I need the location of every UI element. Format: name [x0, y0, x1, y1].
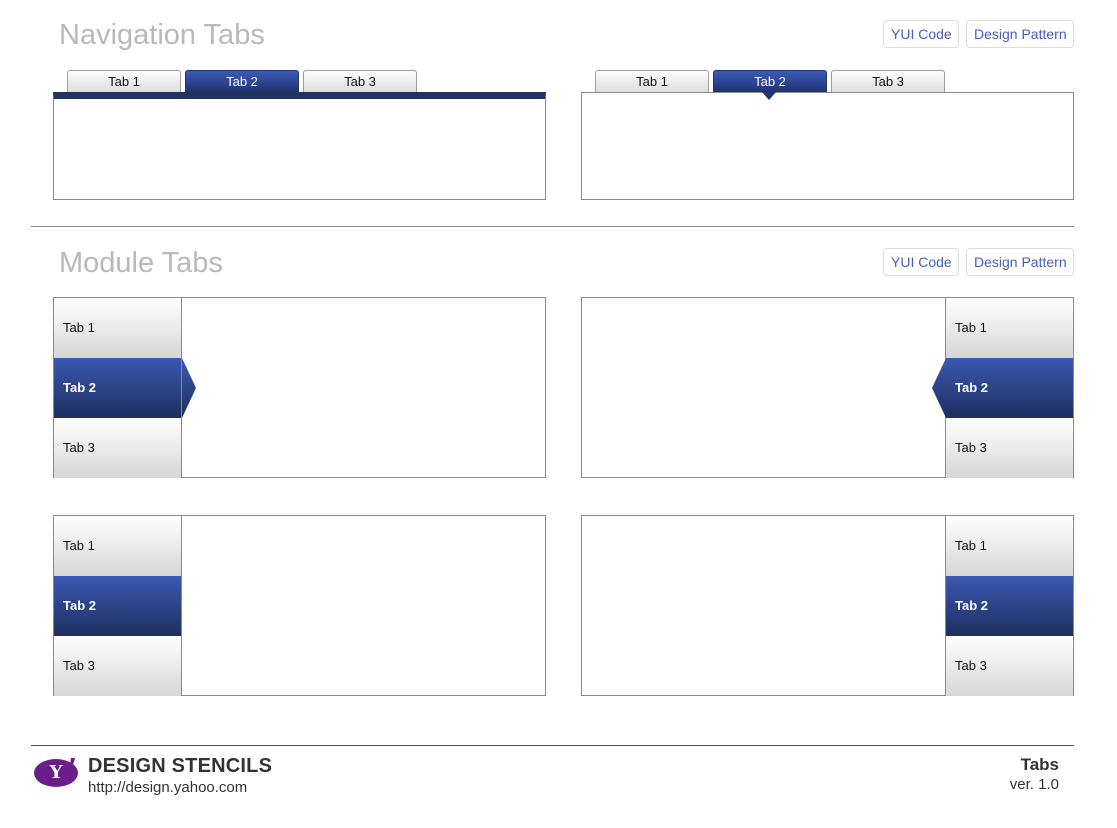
module-links: YUI Code Design Pattern: [0, 248, 1117, 278]
mod3-tab-1[interactable]: Tab 1: [54, 516, 181, 576]
mod4-tab-2[interactable]: Tab 2: [946, 576, 1073, 636]
nav1-content-panel: [53, 92, 546, 200]
mod1-tab-1[interactable]: Tab 1: [54, 298, 181, 358]
mod2-tab-2[interactable]: Tab 2: [932, 358, 1073, 418]
nav-design-pattern-button[interactable]: Design Pattern: [966, 20, 1074, 48]
nav2-tab-2[interactable]: Tab 2: [713, 70, 827, 92]
footer-divider: [31, 745, 1074, 746]
brand-title: DESIGN STENCILS: [88, 755, 273, 777]
mod2-tab-3[interactable]: Tab 3: [946, 418, 1073, 478]
active-tab-arrow-right-icon: [182, 358, 196, 418]
mod2-tab-2-label: Tab 2: [955, 380, 988, 395]
module-right-plain-panel: Tab 1 Tab 2 Tab 3: [581, 515, 1074, 696]
nav-yui-code-button[interactable]: YUI Code: [883, 20, 959, 48]
module-design-pattern-button[interactable]: Design Pattern: [966, 248, 1074, 276]
mod1-tab-2-label: Tab 2: [63, 380, 96, 395]
module-right-arrow-panel: Tab 1 Tab 2 Tab 3: [581, 297, 1074, 478]
module-left-plain-panel: Tab 1 Tab 2 Tab 3: [53, 515, 546, 696]
active-tab-pointer-icon: [762, 92, 776, 100]
module-left-arrow-panel: Tab 1 Tab 2 Tab 3: [53, 297, 546, 478]
module-left-plain-tablist: Tab 1 Tab 2 Tab 3: [54, 516, 182, 696]
mod1-tab-2[interactable]: Tab 2: [54, 358, 196, 418]
mod1-tab-3[interactable]: Tab 3: [54, 418, 181, 478]
module-left-arrow-tablist: Tab 1 Tab 2 Tab 3: [54, 298, 196, 478]
document-version: ver. 1.0: [1009, 776, 1059, 793]
nav1-tab-1[interactable]: Tab 1: [67, 70, 181, 92]
yahoo-logo-bang: !: [66, 753, 77, 782]
nav2-tab-1[interactable]: Tab 1: [595, 70, 709, 92]
module-yui-code-button[interactable]: YUI Code: [883, 248, 959, 276]
brand-url: http://design.yahoo.com: [88, 779, 248, 796]
mod4-tab-1[interactable]: Tab 1: [946, 516, 1073, 576]
active-tab-arrow-left-icon: [932, 358, 946, 418]
document-title: Tabs: [1020, 755, 1059, 774]
nav1-tab-2[interactable]: Tab 2: [185, 70, 299, 92]
mod3-tab-3[interactable]: Tab 3: [54, 636, 181, 696]
nav2-tab-3[interactable]: Tab 3: [831, 70, 945, 92]
mod4-tab-3[interactable]: Tab 3: [946, 636, 1073, 696]
yahoo-logo-letter: Y: [49, 762, 63, 783]
mod3-tab-2[interactable]: Tab 2: [54, 576, 181, 636]
module-right-arrow-tablist: Tab 1 Tab 2 Tab 3: [932, 298, 1073, 478]
section-divider: [31, 226, 1074, 227]
module-right-plain-tablist: Tab 1 Tab 2 Tab 3: [945, 516, 1073, 696]
mod2-tab-1[interactable]: Tab 1: [946, 298, 1073, 358]
navigation-links: YUI Code Design Pattern: [0, 20, 1117, 50]
nav1-tab-3[interactable]: Tab 3: [303, 70, 417, 92]
nav2-content-panel: [581, 92, 1074, 200]
